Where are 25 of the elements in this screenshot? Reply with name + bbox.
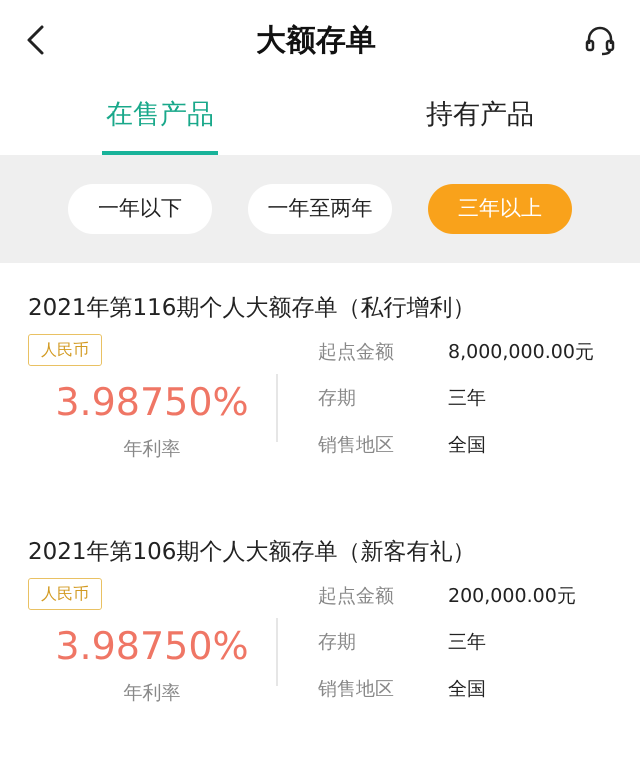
product-title[interactable]: 2021年第116期个人大额存单（私行增利） (28, 291, 612, 326)
product-title[interactable]: 2021年第106期个人大额存单（新客有礼） (28, 535, 612, 570)
detail-label: 存期 (318, 630, 357, 655)
detail-label: 存期 (318, 386, 357, 411)
detail-label: 销售地区 (318, 676, 395, 702)
rate-label: 年利率 (124, 436, 180, 462)
interest-rate: 3.98750% (55, 378, 249, 426)
detail-value: 三年 (448, 386, 486, 411)
tab[interactable]: 持有产品 (422, 80, 538, 155)
currency-tag: 人民币 (28, 334, 102, 366)
detail-value: 200,000.00元 (448, 584, 576, 608)
detail-value: 全国 (448, 432, 486, 458)
detail-label: 起点金额 (318, 340, 395, 364)
detail-value: 8,000,000.00元 (448, 340, 594, 364)
page-title: 大额存单 (256, 22, 376, 60)
headset-icon[interactable] (584, 24, 616, 56)
detail-label: 销售地区 (318, 432, 395, 458)
detail-value: 全国 (448, 676, 486, 702)
interest-rate: 3.98750% (55, 622, 249, 670)
filter-chip[interactable]: 一年至两年 (248, 184, 392, 234)
detail-value: 三年 (448, 630, 486, 655)
detail-label: 起点金额 (318, 584, 395, 608)
currency-tag: 人民币 (28, 578, 102, 610)
filter-chip[interactable]: 一年以下 (68, 184, 212, 234)
rate-label: 年利率 (124, 680, 180, 706)
